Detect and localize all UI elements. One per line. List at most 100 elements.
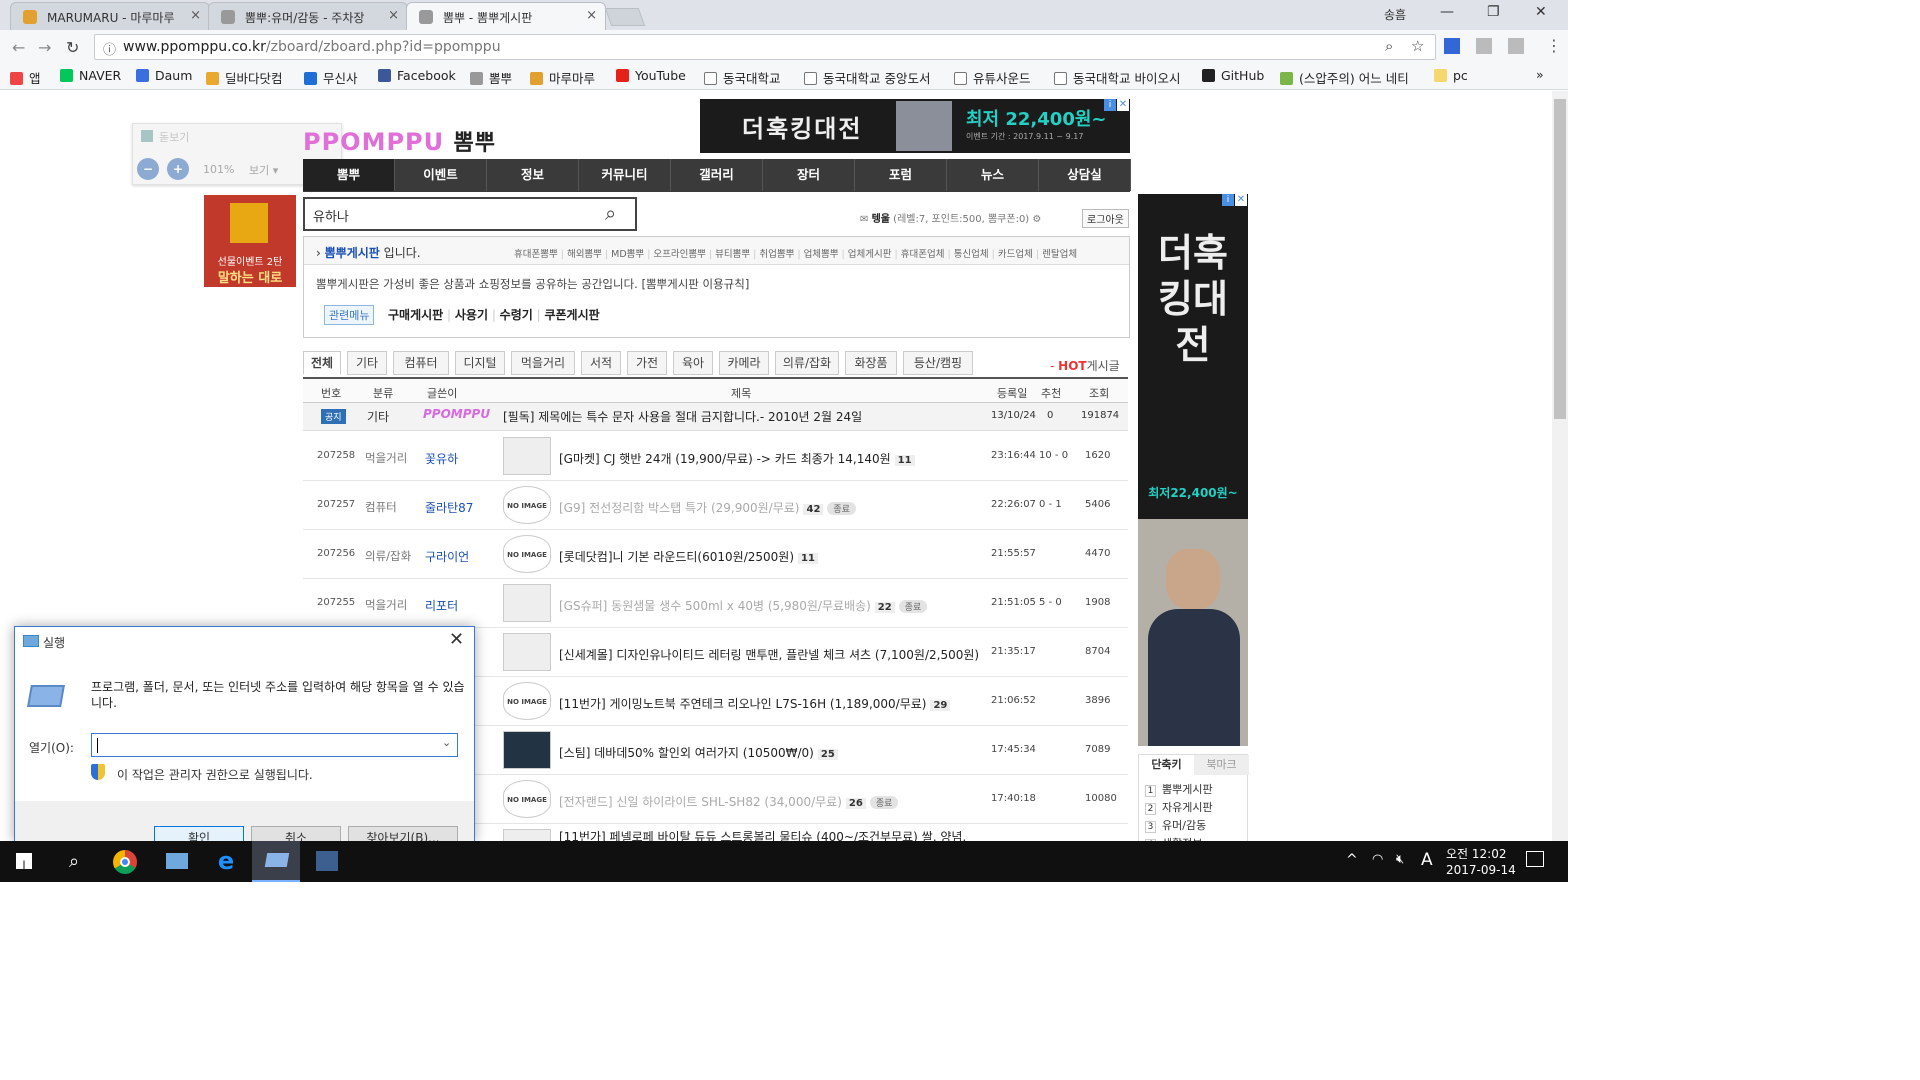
hot-posts-link[interactable]: - HOT게시글 — [1050, 357, 1120, 374]
top-ad-banner[interactable]: 더훅킹대전 최저 22,400원~ 이벤트 기간 : 2017.9.11 ~ 9… — [700, 99, 1130, 153]
search-input[interactable]: 유하나 — [313, 206, 349, 225]
shortcut-item[interactable]: 1 뽐뿌게시판 — [1145, 781, 1213, 799]
start-button[interactable] — [0, 841, 48, 882]
tab-close-icon[interactable]: × — [190, 8, 201, 23]
board-link[interactable]: 업체뽐뿌 — [804, 249, 839, 260]
tab-close-icon[interactable]: × — [388, 8, 399, 23]
board-link[interactable]: MD뽐뿌 — [611, 249, 644, 260]
zoom-out-button[interactable]: − — [137, 158, 159, 180]
search-icon[interactable]: ⌕ — [605, 201, 616, 225]
run-dialog-close-icon[interactable]: ✕ — [449, 629, 464, 650]
dropdown-chevron-icon[interactable]: ⌄ — [442, 736, 451, 749]
bookmark-item[interactable]: (스압주의) 어느 네티 — [1280, 68, 1409, 87]
tab-close-icon[interactable]: × — [586, 8, 597, 23]
category-tab[interactable]: 서적 — [581, 351, 621, 375]
related-link[interactable]: 쿠폰게시판 — [544, 308, 599, 322]
related-link[interactable]: 사용기 — [455, 308, 488, 322]
tab-marumaru[interactable]: MARUMARU - 마루마루 × — [10, 2, 210, 30]
ime-indicator[interactable]: A — [1421, 850, 1433, 870]
post-thumbnail[interactable] — [503, 829, 551, 841]
adchoices-icon[interactable]: i — [1222, 194, 1234, 206]
post-thumbnail[interactable]: NO IMAGE — [503, 486, 551, 524]
bookmark-item[interactable]: 앱 — [10, 68, 41, 87]
settings-gear-icon[interactable]: ⚙ — [1032, 214, 1041, 225]
post-author[interactable]: 꽃유하 — [425, 450, 458, 467]
bookmark-item[interactable]: GitHub — [1202, 68, 1264, 83]
table-row[interactable]: 207257 컴퓨터 줄라탄87 NO IMAGE [G9] 전선정리함 박스탭 특가 … — [303, 481, 1128, 530]
post-thumbnail[interactable]: NO IMAGE — [503, 780, 551, 818]
tab-humor[interactable]: 뽐뿌:유머/감동 - 주차장 × — [208, 2, 408, 30]
post-thumbnail[interactable]: NO IMAGE — [503, 535, 551, 573]
board-link[interactable]: 해외뽐뿌 — [567, 249, 602, 260]
category-tab[interactable]: 전체 — [303, 351, 341, 375]
action-center-icon[interactable] — [1526, 851, 1544, 867]
tab-ppomppu-board[interactable]: 뽐뿌 - 뽐뿌게시판 × — [406, 2, 606, 30]
zoom-view-dropdown[interactable]: 보기 ▾ — [249, 162, 278, 178]
board-link[interactable]: 취업뽐뿌 — [759, 249, 794, 260]
board-link[interactable]: 카드업체 — [998, 249, 1033, 260]
category-tab[interactable]: 카메라 — [719, 351, 769, 375]
clock-date[interactable]: 2017-09-14 — [1446, 863, 1516, 877]
board-link[interactable]: 렌탈업체 — [1042, 249, 1077, 260]
clock-time[interactable]: 오전 12:02 — [1446, 845, 1506, 862]
bookmark-item[interactable]: 유튜사운드 — [954, 68, 1031, 87]
table-row[interactable]: 207255 먹을거리 리포터 [GS슈퍼] 동원샘물 생수 500ml x 40병 … — [303, 579, 1128, 628]
extension-t-icon[interactable] — [1476, 38, 1492, 54]
bookmark-item[interactable]: NAVER — [60, 68, 121, 83]
file-explorer-taskbar-icon[interactable] — [152, 841, 200, 882]
category-tab[interactable]: 가전 — [627, 351, 667, 375]
post-title[interactable]: [GS슈퍼] 동원샘물 생수 500ml x 40병 (5,980원/무료배송)… — [559, 597, 979, 614]
menu-item[interactable]: 이벤트 — [395, 159, 487, 191]
window-close-icon[interactable]: ✕ — [1535, 4, 1547, 20]
chrome-taskbar-icon[interactable] — [100, 841, 148, 882]
board-link[interactable]: 업체게시판 — [848, 249, 892, 260]
ad-close-icon[interactable]: ✕ — [1235, 194, 1247, 206]
category-tab[interactable]: 등산/캠핑 — [903, 351, 973, 375]
new-tab-button[interactable] — [604, 8, 646, 26]
notice-title[interactable]: [필독] 제목에는 특수 문자 사용을 절대 금지합니다.- 2010년 2월 … — [503, 408, 862, 425]
post-title[interactable]: [신세계몰] 디자인유나이티드 레터링 맨투맨, 플란넬 체크 셔츠 (7,10… — [559, 646, 979, 663]
notice-author[interactable]: PPOMPPU — [423, 407, 490, 421]
reload-icon[interactable]: ↻ — [66, 38, 79, 57]
post-thumbnail[interactable] — [503, 584, 551, 622]
wifi-icon[interactable]: ◠ — [1372, 852, 1383, 867]
notice-row[interactable]: 공지 기타 PPOMPPU [필독] 제목에는 특수 문자 사용을 절대 금지합… — [303, 403, 1128, 431]
scrollbar-thumb[interactable] — [1554, 99, 1566, 419]
page-scrollbar[interactable] — [1552, 91, 1568, 841]
address-bar[interactable]: ⓘ www.ppomppu.co.kr/zboard/zboard.php?id… — [94, 34, 1436, 60]
post-author[interactable]: 리포터 — [425, 597, 458, 614]
side-ad-banner[interactable]: 더훅킹대전 최저22,400원~ i ✕ — [1138, 194, 1248, 746]
category-tab[interactable]: 디지털 — [455, 351, 505, 375]
menu-kebab-icon[interactable]: ⋮ — [1546, 36, 1562, 55]
post-thumbnail[interactable] — [503, 633, 551, 671]
post-title[interactable]: [G9] 전선정리함 박스탭 특가 (29,900원/무료) 42 종료 — [559, 499, 979, 516]
shortcut-tab[interactable]: 단축키 — [1139, 755, 1194, 775]
bookmark-item[interactable]: 무신사 — [304, 68, 358, 87]
site-logo[interactable]: PPOMPPU 뽐뿌 — [303, 125, 496, 157]
bookmark-item[interactable]: 동국대학교 바이오시 — [1054, 68, 1180, 87]
post-title[interactable]: [11번가] 게이밍노트북 주연테크 리오나인 L7S-16H (1,189,0… — [559, 695, 979, 712]
minimize-icon[interactable]: — — [1440, 4, 1454, 20]
category-tab[interactable]: 의류/잡화 — [775, 351, 839, 375]
post-author[interactable]: 줄라탄87 — [425, 499, 473, 516]
bookmark-item[interactable]: 동국대학교 중앙도서 — [804, 68, 930, 87]
menu-item[interactable]: 포럼 — [855, 159, 947, 191]
bookmark-item[interactable]: Facebook — [378, 68, 456, 83]
menu-item[interactable]: 갤러리 — [671, 159, 763, 191]
menu-item[interactable]: 뽐뿌 — [303, 159, 395, 191]
bookmark-tab[interactable]: 북마크 — [1194, 755, 1249, 775]
table-row[interactable]: 207258 먹을거리 꽃유하 [G마켓] CJ 햇반 24개 (19,900/무료)… — [303, 432, 1128, 481]
post-title[interactable]: [롯데닷컴]니 기본 라운드티(6010원/2500원) 11 — [559, 548, 979, 565]
category-tab[interactable]: 육아 — [673, 351, 713, 375]
shortcut-item[interactable]: 3 유머/감동 — [1145, 817, 1213, 835]
zoom-in-button[interactable]: + — [167, 158, 189, 180]
category-tab[interactable]: 기타 — [347, 351, 387, 375]
menu-item[interactable]: 뉴스 — [947, 159, 1039, 191]
profile-name[interactable]: 송흠 — [1384, 6, 1406, 23]
mail-icon[interactable]: ✉ — [860, 214, 868, 225]
search-icon[interactable]: ⌕ — [50, 841, 98, 882]
board-link[interactable]: 휴대폰업체 — [901, 249, 945, 260]
menu-item[interactable]: 정보 — [487, 159, 579, 191]
adchoices-icon[interactable]: i — [1104, 99, 1116, 111]
back-icon[interactable]: ← — [12, 38, 25, 57]
